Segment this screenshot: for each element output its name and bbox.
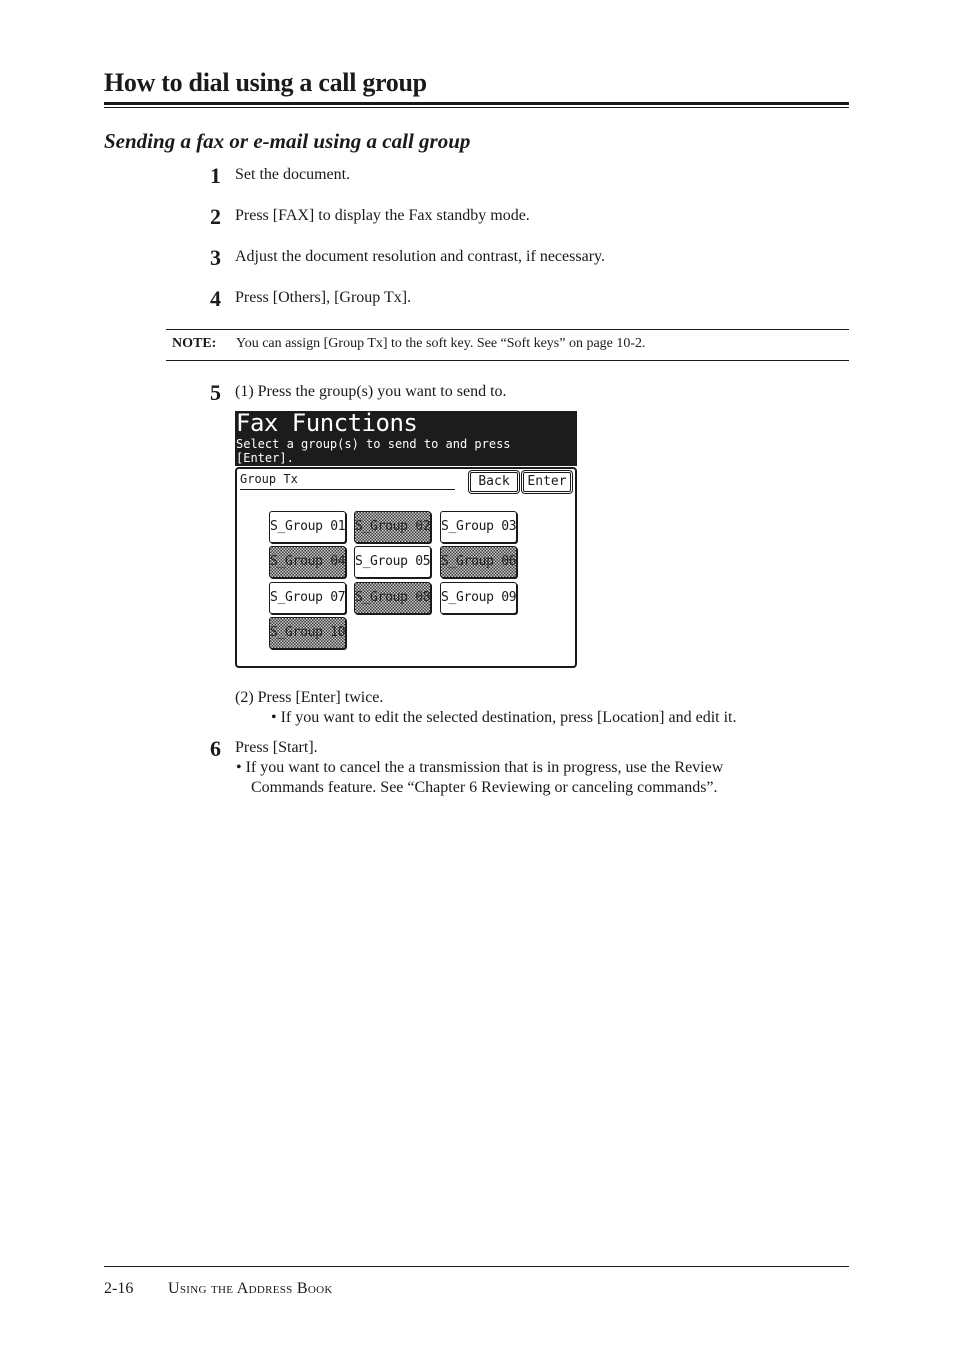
note-rule-top [166,329,849,330]
group-button-09[interactable]: S_Group 09 [440,582,517,614]
note-label: NOTE: [172,336,217,351]
footer-section-title: Using the Address Book [168,1280,333,1297]
step-text: Press [Others], [Group Tx]. [235,289,412,306]
group-button-03[interactable]: S_Group 03 [440,511,517,543]
group-button-01[interactable]: S_Group 01 [269,511,346,543]
page-title: How to dial using a call group [104,68,427,97]
lcd-message: Select a group(s) to send to and press [… [236,437,511,465]
step-5-substep: (2) Press [Enter] twice. [235,689,384,706]
group-button-10[interactable]: S_Group 10 [269,617,346,649]
footer-rule [104,1266,849,1267]
lcd-panel: Group Tx Back Enter S_Group 01 S_Group 0… [235,467,577,668]
lcd-header: Fax Functions Select a group(s) to send … [235,409,577,466]
group-button-04[interactable]: S_Group 04 [269,546,346,578]
step-5-bullet: • If you want to edit the selected desti… [271,709,737,726]
note-rule-bottom [166,360,849,361]
step-text: Press [FAX] to display the Fax standby m… [235,207,530,224]
group-button-06[interactable]: S_Group 06 [440,546,517,578]
title-rule-thick [104,102,849,105]
group-button-05[interactable]: S_Group 05 [354,546,431,578]
step-number: 6 [210,736,221,761]
group-button-07[interactable]: S_Group 07 [269,582,346,614]
lcd-title: Fax Functions [236,409,418,437]
note-text: You can assign [Group Tx] to the soft ke… [236,336,646,351]
group-button-08[interactable]: S_Group 08 [354,582,431,614]
enter-button[interactable]: Enter [523,472,571,492]
step-text: Press [Start]. [235,739,318,756]
step-number: 2 [210,204,221,229]
group-tx-field: Group Tx [240,472,455,490]
step-text: Adjust the document resolution and contr… [235,248,605,265]
step-6-bullet-line2: Commands feature. See “Chapter 6 Reviewi… [251,779,718,796]
group-button-02[interactable]: S_Group 02 [354,511,431,543]
step-6-bullet-line1: • If you want to cancel the a transmissi… [236,759,724,776]
step-number: 3 [210,245,221,270]
back-button[interactable]: Back [470,472,518,492]
footer-page-number: 2-16 [104,1280,134,1297]
section-subtitle: Sending a fax or e-mail using a call gro… [104,129,471,153]
title-rule-thin [104,107,849,108]
step-text: Set the document. [235,166,351,183]
step-number: 5 [210,380,221,405]
step-number: 4 [210,286,221,311]
step-number: 1 [210,163,221,188]
step-text: (1) Press the group(s) you want to send … [235,383,507,400]
